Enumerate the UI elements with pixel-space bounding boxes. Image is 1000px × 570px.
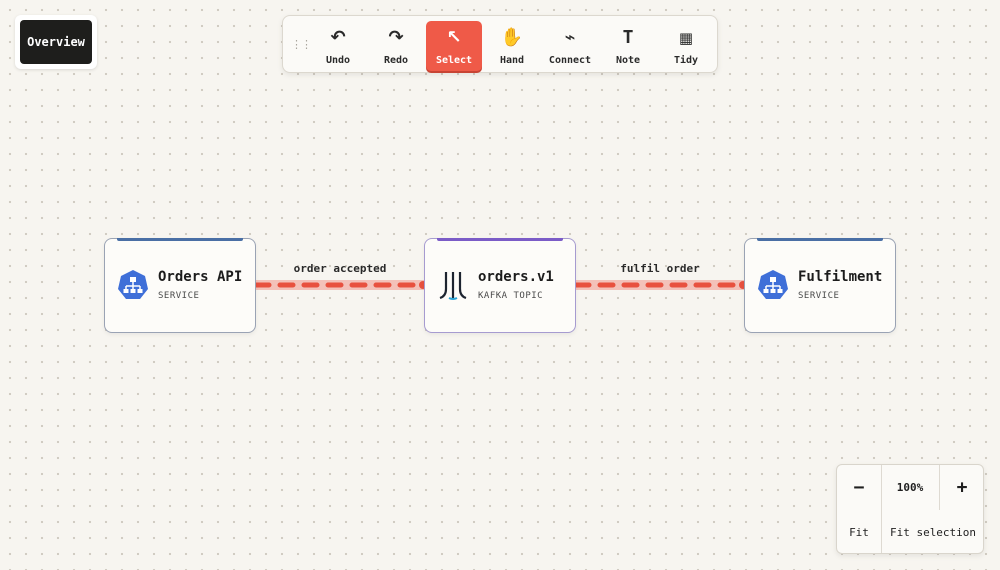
node-fulfilment[interactable]: Fulfilment SERVICE [744,238,896,333]
zoom-out-button[interactable]: − [837,465,881,510]
node-orders-api[interactable]: Orders API SERVICE [104,238,256,333]
node-title: Orders API [158,269,243,285]
node-accent-bar [757,238,883,241]
edge-label: order accepted [293,262,387,275]
kafka-icon [439,272,467,300]
service-icon [758,270,788,299]
node-accent-bar [437,238,563,241]
zoom-controls: − 100% + Fit Fit selection [836,464,984,554]
service-icon [118,270,148,299]
zoom-in-button[interactable]: + [939,465,985,510]
fit-selection-button[interactable]: Fit selection [881,510,985,555]
node-orders-v1[interactable]: orders.v1 KAFKA TOPIC [424,238,576,333]
node-title: Fulfilment [798,269,883,285]
node-accent-bar [117,238,243,241]
edge-orders-api-to-topic[interactable] [251,280,429,290]
zoom-level: 100% [896,481,924,494]
node-type: KAFKA TOPIC [478,291,544,301]
node-type: SERVICE [798,291,840,301]
node-type: SERVICE [158,291,200,301]
edge-label: fulfil order [620,262,700,275]
node-title: orders.v1 [478,269,554,285]
fit-button[interactable]: Fit [837,510,881,555]
edge-topic-to-fulfilment[interactable] [571,280,749,290]
